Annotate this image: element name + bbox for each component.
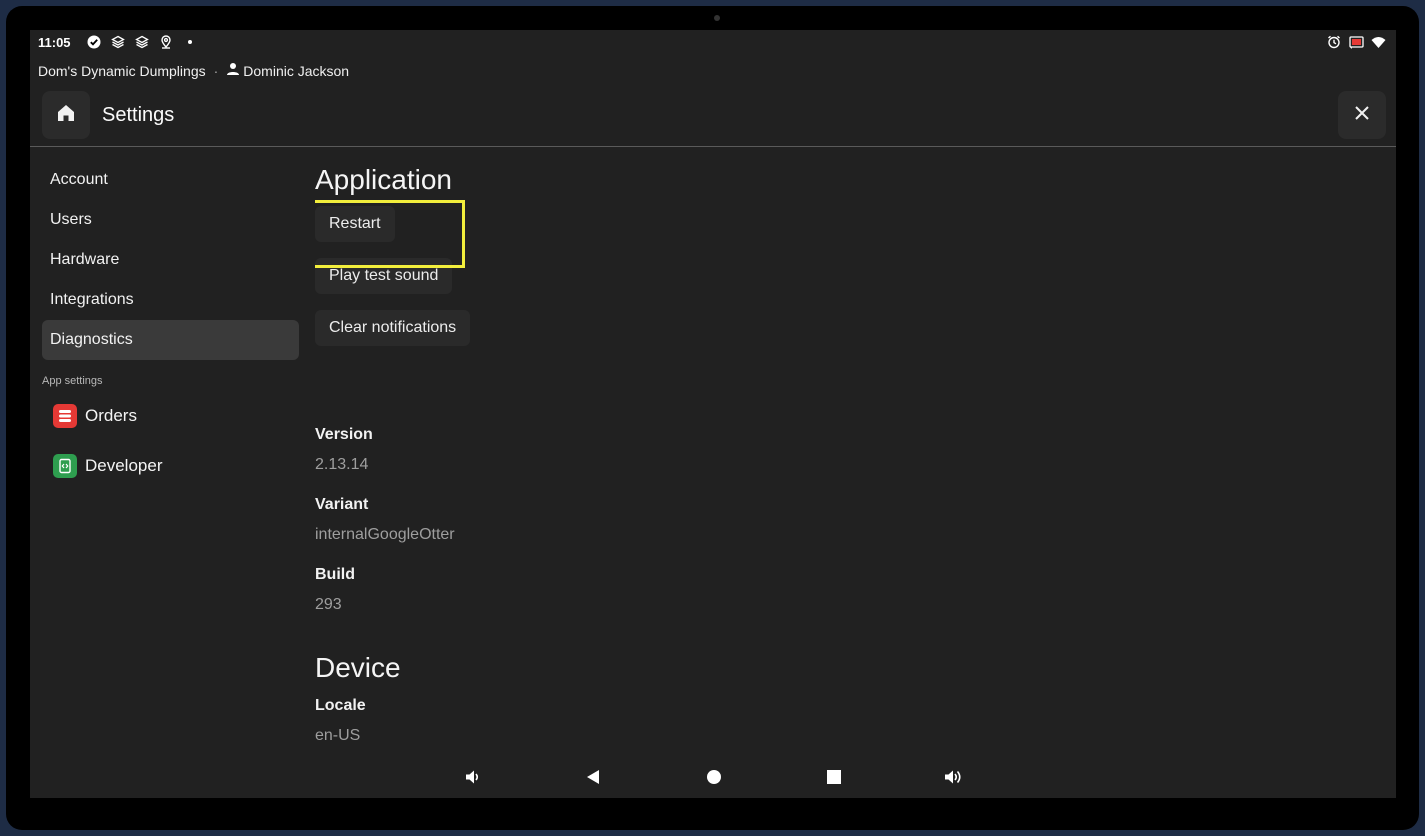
sidebar-item-label: Diagnostics [50,331,133,348]
notification-dot [182,34,198,50]
device-section-title: Device [315,652,401,683]
header-divider [30,146,1396,147]
variant-label: Variant [315,496,369,513]
camera [714,15,720,21]
page-title: Settings [102,104,175,126]
back-icon[interactable] [581,765,605,789]
sidebar-item-label: Account [50,171,108,188]
check-circle-icon [86,34,102,50]
sidebar-app-label: Orders [85,406,137,425]
sidebar-item-label: Integrations [50,291,134,308]
sidebar-item-account[interactable]: Account [42,160,299,200]
system-nav-bar [30,756,1396,798]
settings-sidebar: Account Users Hardware Integrations Diag… [42,160,299,491]
recents-icon[interactable] [822,765,846,789]
close-icon [1354,105,1370,126]
stack-icon [134,34,150,50]
locale-value: en-US [315,727,361,744]
variant-value: internalGoogleOtter [315,526,455,543]
close-button[interactable] [1338,91,1386,139]
stack-icon [110,34,126,50]
separator: · [213,62,219,79]
store-user-line: Dom's Dynamic Dumplings · Dominic Jackso… [38,62,349,79]
orders-icon [53,404,77,428]
cast-icon [1348,34,1364,50]
status-bar: 11:05 [30,30,1396,54]
screen: 11:05 Dom's Dynamic Dumplings · Dominic … [30,30,1396,798]
store-name: Dom's Dynamic Dumplings [38,62,206,79]
sidebar-item-diagnostics[interactable]: Diagnostics [42,320,299,360]
user-block: Dominic Jackson [226,62,349,79]
sidebar-app-developer[interactable]: Developer [42,441,299,491]
status-icons-right [1326,34,1386,50]
wifi-icon [1370,34,1386,50]
clear-notifications-button[interactable]: Clear notifications [315,310,471,346]
sidebar-app-orders[interactable]: Orders [42,391,299,441]
sidebar-item-users[interactable]: Users [42,200,299,240]
diagnostics-content: Application Restart Play test sound Clea… [315,160,1365,756]
location-icon [158,34,174,50]
home-icon [56,103,76,128]
sidebar-app-label: Developer [85,456,163,475]
sidebar-item-integrations[interactable]: Integrations [42,280,299,320]
sidebar-item-hardware[interactable]: Hardware [42,240,299,280]
developer-icon [53,454,77,478]
volume-down-icon[interactable] [461,765,485,789]
version-value: 2.13.14 [315,456,369,473]
alarm-icon [1326,34,1342,50]
app-settings-section-label: App settings [42,375,103,387]
build-label: Build [315,566,355,583]
home-circle-icon[interactable] [702,765,726,789]
home-button[interactable] [42,91,90,139]
status-icons-left [86,34,198,50]
highlight-box [315,200,465,268]
version-label: Version [315,426,373,443]
sidebar-item-label: Users [50,211,92,228]
sidebar-item-label: Hardware [50,251,120,268]
build-value: 293 [315,596,342,613]
person-icon [226,62,240,79]
application-section-title: Application [315,164,452,195]
volume-up-icon[interactable] [942,765,966,789]
tablet-frame: 11:05 Dom's Dynamic Dumplings · Dominic … [6,6,1419,830]
status-time: 11:05 [38,35,71,50]
locale-label: Locale [315,697,366,714]
user-name: Dominic Jackson [243,62,350,79]
